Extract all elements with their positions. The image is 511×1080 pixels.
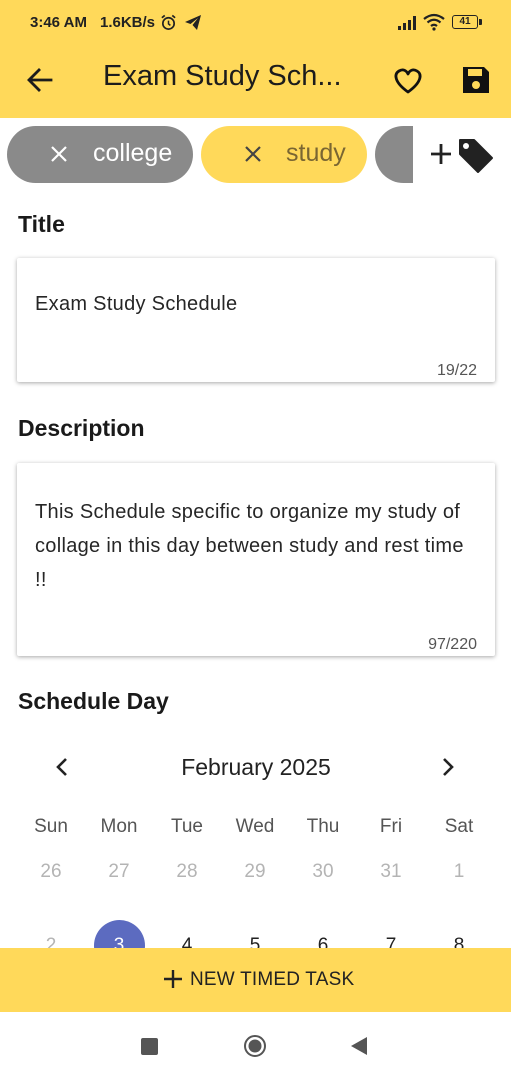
telegram-icon (185, 15, 201, 30)
remove-tag-icon[interactable] (241, 142, 265, 166)
plus-icon (431, 144, 451, 164)
weekday-label: Fri (379, 816, 403, 837)
tag-chip-study[interactable]: study (201, 126, 367, 183)
calendar-day-selected[interactable]: 3 (89, 935, 149, 948)
weekday-label: Sat (444, 816, 474, 837)
calendar-day[interactable]: 26 (21, 861, 81, 883)
calendar-day[interactable]: 6 (293, 935, 353, 948)
description-heading: Description (18, 415, 145, 441)
description-input-value[interactable]: This Schedule specific to organize my st… (35, 495, 475, 597)
calendar-day[interactable]: 1 (429, 861, 489, 883)
new-timed-task-label: NEW TIMED TASK (190, 969, 355, 990)
battery-icon: 41 (452, 15, 482, 31)
tag-chip-college[interactable]: college (7, 126, 193, 183)
title-char-counter: 19/22 (436, 362, 477, 379)
remove-tag-icon[interactable] (47, 142, 71, 166)
alarm-icon (161, 14, 176, 30)
calendar-day[interactable]: 28 (157, 861, 217, 883)
weekday-label: Sun (34, 816, 68, 837)
tag-icon (459, 139, 493, 173)
calendar-day[interactable]: 2 (21, 935, 81, 948)
battery-level: 41 (459, 16, 471, 27)
description-char-counter: 97/220 (428, 636, 477, 653)
calendar-day[interactable]: 5 (225, 935, 285, 948)
description-field[interactable]: This Schedule specific to organize my st… (17, 463, 495, 656)
home-icon[interactable] (243, 1034, 267, 1058)
wifi-icon (423, 13, 445, 31)
title-input-value[interactable]: Exam Study Schedule (35, 293, 237, 316)
calendar-day[interactable]: 27 (89, 861, 149, 883)
tag-label: study (286, 139, 346, 167)
weekday-label: Wed (235, 816, 275, 837)
title-field[interactable]: Exam Study Schedule 19/22 (17, 258, 495, 382)
chevron-right-icon[interactable] (436, 752, 460, 782)
schedule-day-heading: Schedule Day (18, 688, 169, 714)
recents-icon[interactable] (141, 1038, 158, 1055)
weekday-label: Tue (170, 816, 204, 837)
calendar-week-row: 2 3 4 5 6 7 8 (0, 900, 511, 948)
calendar-day[interactable]: 30 (293, 861, 353, 883)
network-speed: 1.6KB/s (100, 14, 156, 31)
tag-label: college (93, 139, 173, 167)
title-heading: Title (18, 211, 65, 237)
calendar-day[interactable]: 8 (429, 935, 489, 948)
weekday-label: Thu (306, 816, 340, 837)
signal-icon (398, 16, 416, 30)
weekday-label: Mon (100, 816, 138, 837)
plus-icon (164, 970, 182, 988)
chevron-left-icon[interactable] (50, 752, 74, 782)
heart-outline-icon[interactable] (390, 62, 426, 98)
page-title: Exam Study Sch... (103, 60, 342, 92)
back-arrow-icon[interactable] (22, 58, 58, 102)
status-time: 3:46 AM (30, 14, 87, 31)
save-icon[interactable] (458, 62, 494, 98)
tag-chip-partial[interactable] (375, 126, 413, 183)
calendar-day[interactable]: 29 (225, 861, 285, 883)
add-tag-button[interactable] (426, 134, 496, 174)
calendar-day[interactable]: 31 (361, 861, 421, 883)
calendar-day[interactable]: 4 (157, 935, 217, 948)
calendar-day[interactable]: 7 (361, 935, 421, 948)
month-label: February 2025 (181, 754, 331, 780)
back-icon[interactable] (350, 1036, 368, 1056)
